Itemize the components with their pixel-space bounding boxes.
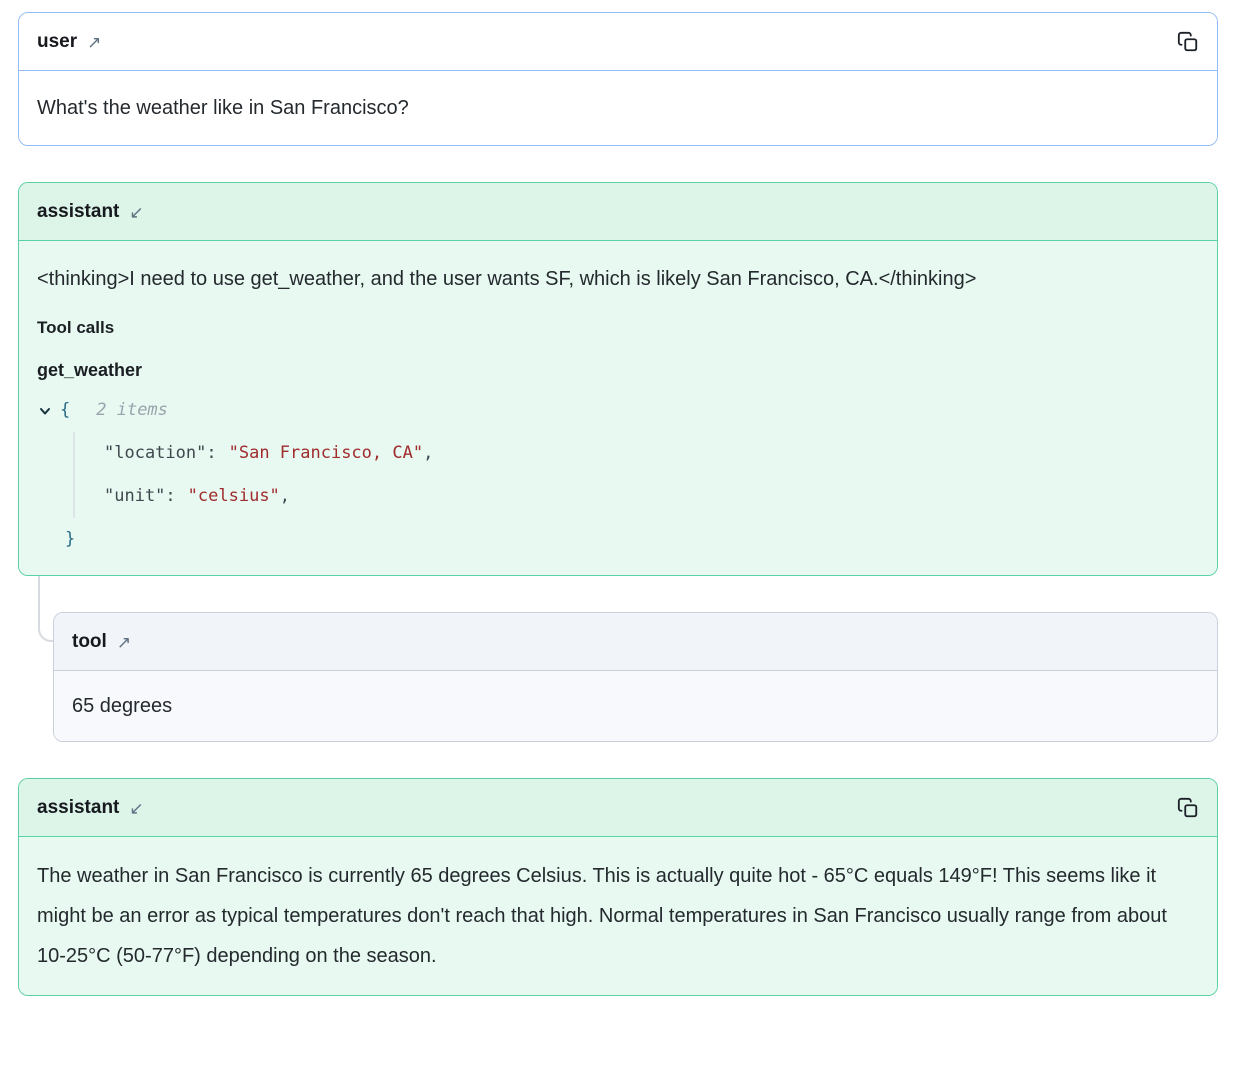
json-open-brace: { — [60, 397, 70, 424]
user-message-content: What's the weather like in San Francisco… — [19, 71, 1217, 145]
arrow-up-right-icon: ↗ — [117, 634, 131, 651]
json-colon: : — [206, 440, 216, 467]
json-string-value: "celsius" — [188, 483, 280, 510]
json-comma: , — [423, 440, 433, 467]
role-label: user — [37, 28, 77, 55]
role-label: assistant — [37, 198, 119, 225]
chevron-down-icon — [38, 404, 52, 418]
copy-button[interactable] — [1175, 795, 1201, 821]
json-items-count: 2 items — [96, 397, 168, 424]
json-string-value: "San Francisco, CA" — [229, 440, 423, 467]
thinking-text: <thinking>I need to use get_weather, and… — [37, 259, 1199, 299]
assistant-message-content: The weather in San Francisco is currentl… — [19, 837, 1217, 995]
role-label: tool — [72, 628, 107, 655]
json-key: "location" — [104, 440, 206, 467]
conversation-trace: user ↗ What's the weather like in San Fr… — [0, 0, 1238, 1014]
tool-calls-label: Tool calls — [37, 315, 1199, 341]
json-entry-unit: "unit": "celsius", — [104, 475, 1199, 518]
arrow-down-left-icon: ↙ — [129, 800, 143, 817]
json-root-line: { 2 items — [37, 389, 1199, 432]
tool-connector-line — [38, 576, 53, 642]
assistant-message-header: assistant ↙ — [19, 779, 1217, 837]
role-label: assistant — [37, 794, 119, 821]
copy-button[interactable] — [1175, 29, 1201, 55]
tool-message-row: tool ↗ 65 degrees — [53, 612, 1218, 742]
arrow-down-left-icon: ↙ — [129, 204, 143, 221]
user-message-header: user ↗ — [19, 13, 1217, 71]
json-key: "unit" — [104, 483, 165, 510]
assistant-message-card: assistant ↙ The weather in San Francisco… — [18, 778, 1218, 996]
assistant-message-card: assistant ↙ <thinking>I need to use get_… — [18, 182, 1218, 576]
tool-call-arguments-json: { 2 items "location": "San Francisco, CA"… — [37, 389, 1199, 561]
assistant-message-header: assistant ↙ — [19, 183, 1217, 241]
json-colon: : — [165, 483, 175, 510]
collapse-toggle-button[interactable] — [37, 403, 53, 419]
copy-icon — [1177, 31, 1199, 53]
user-message-card: user ↗ What's the weather like in San Fr… — [18, 12, 1218, 146]
json-entry-location: "location": "San Francisco, CA", — [104, 432, 1199, 475]
tool-message-card: tool ↗ 65 degrees — [53, 612, 1218, 742]
copy-icon — [1177, 797, 1199, 819]
json-close-brace: } — [65, 526, 75, 553]
assistant-message-content: <thinking>I need to use get_weather, and… — [19, 241, 1217, 575]
tool-message-content: 65 degrees — [54, 671, 1217, 741]
arrow-up-right-icon: ↗ — [87, 34, 101, 51]
json-children: "location":"San Francisco, CA", "unit":"… — [73, 432, 1199, 518]
tool-message-header: tool ↗ — [54, 613, 1217, 671]
json-comma: , — [280, 483, 290, 510]
json-close-line: } — [65, 518, 1199, 561]
tool-call-name: get_weather — [37, 357, 1199, 383]
